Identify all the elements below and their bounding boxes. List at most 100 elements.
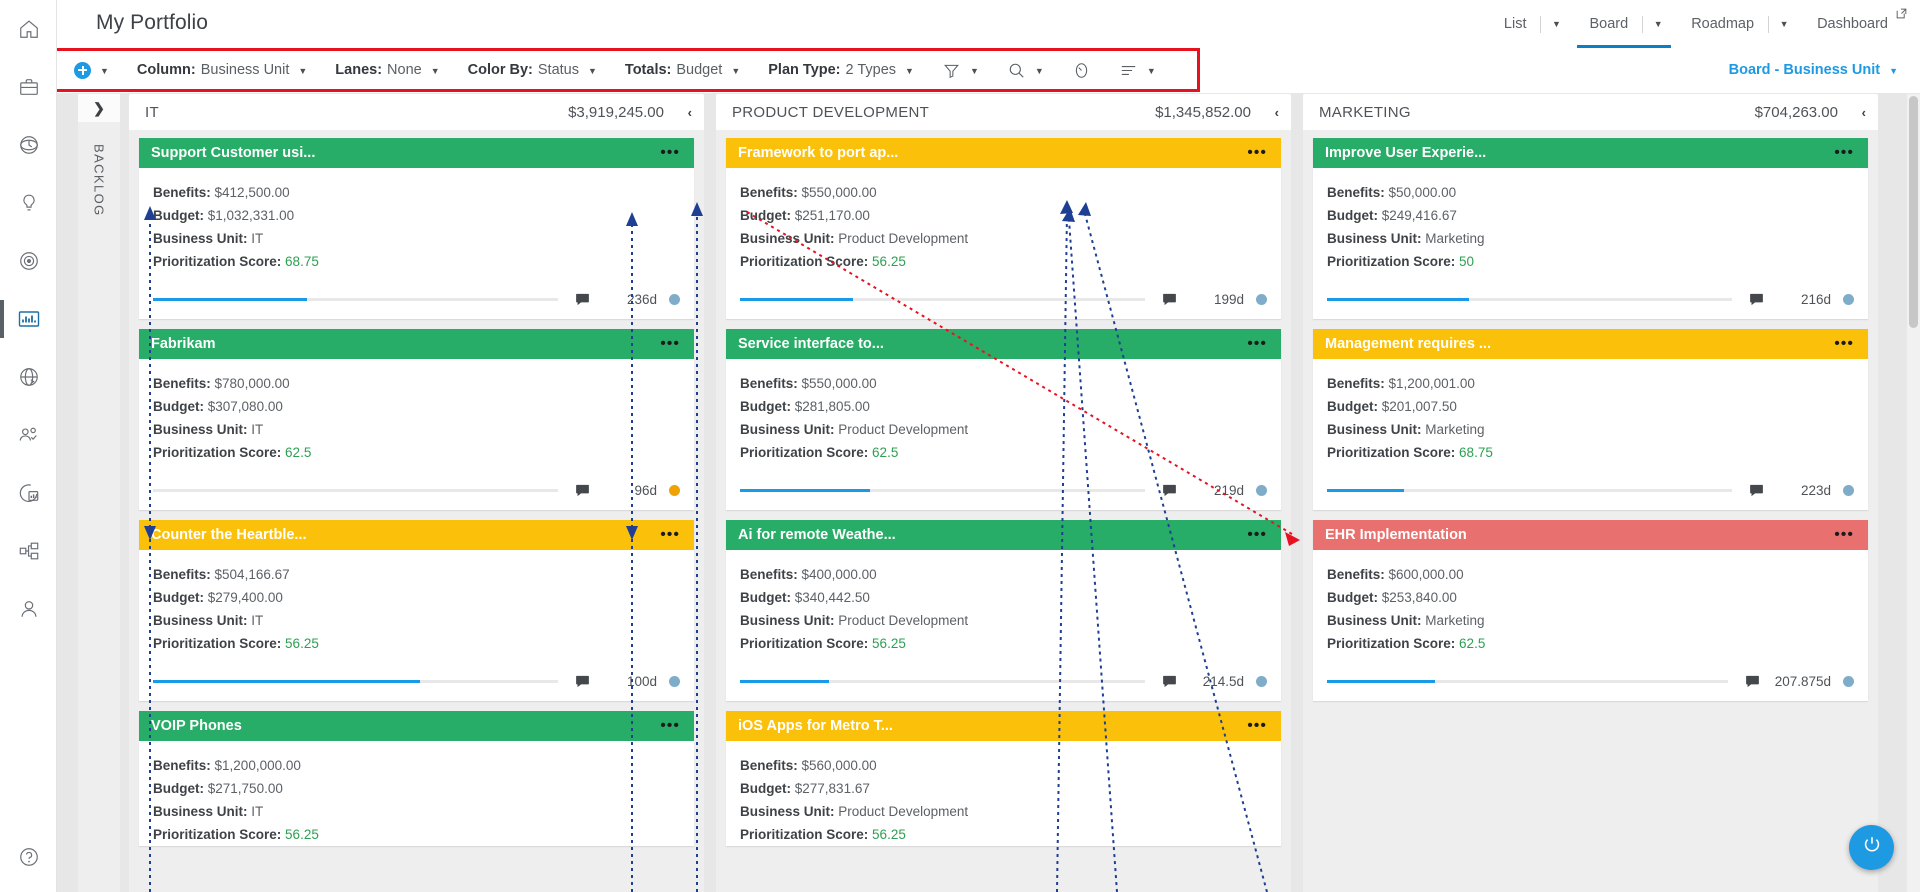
budget-value: $277,831.67 bbox=[794, 781, 870, 796]
column-card-list: Support Customer usi... ••• Benefits: $412… bbox=[129, 130, 704, 892]
chevron-down-icon[interactable]: ▼ bbox=[1769, 0, 1799, 48]
chevron-down-icon[interactable]: ▼ bbox=[1035, 66, 1044, 76]
open-external-icon[interactable] bbox=[1895, 7, 1908, 20]
user-icon[interactable] bbox=[0, 580, 57, 638]
chevron-down-icon[interactable]: ▼ bbox=[970, 66, 979, 76]
card-body: Benefits: $560,000.00 Budget: $277,831.67… bbox=[726, 741, 1281, 846]
card-menu-button[interactable]: ••• bbox=[1247, 336, 1267, 352]
score-row: Prioritization Score: 56.25 bbox=[153, 823, 680, 846]
column-collapse-button[interactable]: ‹ bbox=[1838, 105, 1866, 120]
add-item-button[interactable]: ▼ bbox=[71, 48, 112, 92]
target-icon[interactable] bbox=[0, 232, 57, 290]
benefits-label: Benefits: bbox=[740, 185, 798, 200]
chevron-down-icon[interactable]: ▼ bbox=[298, 66, 307, 76]
column-selector[interactable]: Column: Business Unit ▼ bbox=[134, 48, 310, 92]
plan-card[interactable]: Improve User Experie... ••• Benefits: $50,… bbox=[1313, 138, 1868, 319]
color-by-selector[interactable]: Color By: Status ▼ bbox=[465, 48, 600, 92]
chevron-down-icon[interactable]: ▼ bbox=[1147, 66, 1156, 76]
chevron-down-icon[interactable]: ▼ bbox=[1643, 0, 1673, 48]
display-options-button[interactable]: ▼ bbox=[1116, 48, 1159, 92]
plan-card[interactable]: Fabrikam ••• Benefits: $780,000.00 Budget: … bbox=[139, 329, 694, 510]
chevron-down-icon[interactable]: ▼ bbox=[731, 66, 740, 76]
org-structure-icon[interactable] bbox=[0, 522, 57, 580]
comment-icon[interactable] bbox=[574, 291, 591, 308]
tab-list[interactable]: List ▼ bbox=[1488, 0, 1574, 48]
card-menu-button[interactable]: ••• bbox=[1834, 336, 1854, 352]
search-icon[interactable] bbox=[1007, 61, 1026, 80]
budget-value: $340,442.50 bbox=[794, 590, 870, 605]
card-menu-button[interactable]: ••• bbox=[660, 145, 680, 161]
portfolio-chart-icon[interactable] bbox=[0, 290, 57, 348]
feedback-fab-button[interactable] bbox=[1849, 825, 1894, 870]
progress-bar bbox=[740, 298, 1145, 301]
plan-card[interactable]: iOS Apps for Metro T... ••• Benefits: $560… bbox=[726, 711, 1281, 846]
column-collapse-button[interactable]: ‹ bbox=[664, 105, 692, 120]
chevron-down-icon[interactable]: ▼ bbox=[905, 66, 914, 76]
gauge-icon[interactable] bbox=[1072, 61, 1091, 80]
scrollbar-thumb[interactable] bbox=[1909, 96, 1918, 328]
card-footer: 96d bbox=[139, 464, 694, 510]
comment-icon[interactable] bbox=[1748, 482, 1765, 499]
card-menu-button[interactable]: ••• bbox=[660, 527, 680, 543]
plan-card[interactable]: Management requires ... ••• Benefits: $1,2… bbox=[1313, 329, 1868, 510]
business-unit-label: Business Unit: bbox=[153, 804, 248, 819]
chevron-down-icon[interactable]: ▼ bbox=[431, 66, 440, 76]
board-vertical-scrollbar[interactable] bbox=[1907, 94, 1920, 892]
add-circle-icon[interactable] bbox=[74, 61, 91, 79]
help-icon[interactable] bbox=[0, 828, 57, 886]
comment-icon[interactable] bbox=[1161, 673, 1178, 690]
lanes-selector[interactable]: Lanes: None ▼ bbox=[332, 48, 442, 92]
card-menu-button[interactable]: ••• bbox=[1834, 145, 1854, 161]
board-view-selector[interactable]: Board - Business Unit ▼ bbox=[1729, 48, 1898, 92]
card-menu-button[interactable]: ••• bbox=[1247, 527, 1267, 543]
tab-board[interactable]: Board ▼ bbox=[1573, 0, 1675, 48]
column-card-list: Framework to port ap... ••• Benefits: $550… bbox=[716, 130, 1291, 892]
comment-icon[interactable] bbox=[1161, 482, 1178, 499]
plan-card[interactable]: Counter the Heartble... ••• Benefits: $504… bbox=[139, 520, 694, 701]
plan-card[interactable]: Ai for remote Weathe... ••• Benefits: $400… bbox=[726, 520, 1281, 701]
business-unit-value: Marketing bbox=[1425, 231, 1485, 246]
chevron-down-icon[interactable]: ▼ bbox=[1541, 0, 1571, 48]
comment-icon[interactable] bbox=[1744, 673, 1761, 690]
plan-card[interactable]: Support Customer usi... ••• Benefits: $412… bbox=[139, 138, 694, 319]
comment-icon[interactable] bbox=[574, 673, 591, 690]
card-menu-button[interactable]: ••• bbox=[1834, 527, 1854, 543]
lightbulb-icon[interactable] bbox=[0, 174, 57, 232]
totals-selector-key: Totals: bbox=[624, 62, 672, 78]
comment-icon[interactable] bbox=[1748, 291, 1765, 308]
comment-icon[interactable] bbox=[574, 482, 591, 499]
plan-card[interactable]: Framework to port ap... ••• Benefits: $550… bbox=[726, 138, 1281, 319]
plan-card[interactable]: Service interface to... ••• Benefits: $550… bbox=[726, 329, 1281, 510]
reports-pie-icon[interactable] bbox=[0, 464, 57, 522]
card-menu-button[interactable]: ••• bbox=[660, 718, 680, 734]
home-icon[interactable] bbox=[0, 0, 57, 58]
globe-network-icon[interactable] bbox=[0, 348, 57, 406]
score-row: Prioritization Score: 56.25 bbox=[153, 632, 680, 655]
duration-label: 223d bbox=[1800, 483, 1831, 498]
filter-icon[interactable] bbox=[942, 61, 961, 80]
totals-selector[interactable]: Totals: Budget ▼ bbox=[622, 48, 743, 92]
briefcase-icon[interactable] bbox=[0, 58, 57, 116]
gauge-button[interactable] bbox=[1069, 48, 1094, 92]
chevron-down-icon[interactable]: ▼ bbox=[1889, 66, 1898, 76]
card-menu-button[interactable]: ••• bbox=[660, 336, 680, 352]
search-button[interactable]: ▼ bbox=[1004, 48, 1047, 92]
column-header: PRODUCT DEVELOPMENT $1,345,852.00 ‹ bbox=[716, 94, 1291, 130]
column-collapse-button[interactable]: ‹ bbox=[1251, 105, 1279, 120]
tab-dashboard[interactable]: Dashboard bbox=[1801, 0, 1912, 48]
people-check-icon[interactable] bbox=[0, 406, 57, 464]
plan-card[interactable]: EHR Implementation ••• Benefits: $600,000.… bbox=[1313, 520, 1868, 701]
filter-button[interactable]: ▼ bbox=[939, 48, 982, 92]
tab-roadmap[interactable]: Roadmap ▼ bbox=[1675, 0, 1801, 48]
score-value: 68.75 bbox=[285, 254, 319, 269]
time-clock-icon[interactable] bbox=[0, 116, 57, 174]
card-menu-button[interactable]: ••• bbox=[1247, 718, 1267, 734]
list-settings-icon[interactable] bbox=[1119, 61, 1138, 80]
chevron-down-icon[interactable]: ▼ bbox=[100, 66, 109, 76]
comment-icon[interactable] bbox=[1161, 291, 1178, 308]
plan-type-selector[interactable]: Plan Type: 2 Types ▼ bbox=[765, 48, 917, 92]
backlog-expand-button[interactable]: ❯ bbox=[78, 94, 120, 122]
chevron-down-icon[interactable]: ▼ bbox=[588, 66, 597, 76]
card-menu-button[interactable]: ••• bbox=[1247, 145, 1267, 161]
plan-card[interactable]: VOIP Phones ••• Benefits: $1,200,000.00 Bud… bbox=[139, 711, 694, 846]
